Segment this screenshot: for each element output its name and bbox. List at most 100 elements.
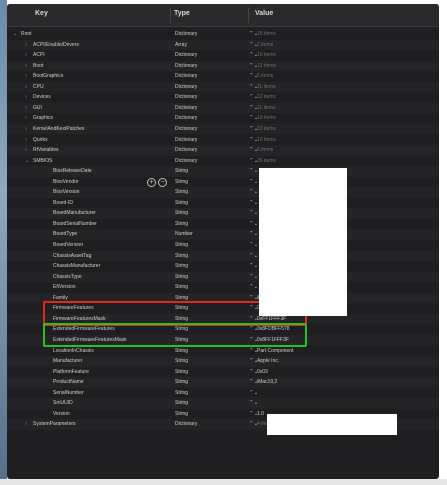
row-key[interactable]: ACPI: [33, 50, 45, 61]
row-type[interactable]: String: [175, 367, 188, 378]
row-key[interactable]: Quirks: [33, 135, 47, 146]
table-row[interactable]: › GUI Dictionary ⌃⌄ 11 items: [7, 102, 439, 114]
type-stepper-icon[interactable]: ⌃⌄: [249, 177, 258, 188]
row-value[interactable]: 6 items: [257, 145, 273, 156]
row-key[interactable]: CPU: [33, 82, 44, 93]
remove-row-button[interactable]: −: [158, 177, 167, 187]
type-stepper-icon[interactable]: ⌃⌄: [249, 198, 258, 209]
row-type[interactable]: Number: [175, 229, 193, 240]
row-type[interactable]: String: [175, 356, 188, 367]
table-row[interactable]: › BootGraphics Dictionary ⌃⌄ 5 items: [7, 71, 439, 82]
row-type[interactable]: Dictionary: [175, 124, 197, 135]
row-value[interactable]: 0x03: [257, 367, 268, 378]
type-stepper-icon[interactable]: ⌃⌄: [249, 261, 258, 272]
disclosure-collapsed-icon[interactable]: ›: [25, 82, 27, 93]
row-key[interactable]: BoardSerialNumber: [53, 219, 97, 230]
row-key[interactable]: LocationInChassis: [53, 346, 94, 357]
row-key[interactable]: BiosVendor: [53, 177, 79, 188]
row-key[interactable]: Board-ID: [53, 198, 73, 209]
row-key[interactable]: SMBIOS: [33, 156, 52, 167]
row-type[interactable]: Dictionary: [175, 156, 197, 167]
table-row[interactable]: › Devices Dictionary ⌃⌄ 12 items: [7, 92, 439, 103]
row-key[interactable]: SystemParameters: [33, 419, 76, 430]
disclosure-collapsed-icon[interactable]: ›: [25, 419, 27, 430]
row-value[interactable]: Apple Inc.: [257, 356, 279, 367]
row-value[interactable]: 5 items: [257, 71, 273, 82]
row-key[interactable]: BiosReleaseDate: [53, 166, 92, 177]
row-type[interactable]: String: [175, 187, 188, 198]
row-type[interactable]: Dictionary: [175, 61, 197, 72]
row-key[interactable]: BiosVersion: [53, 187, 79, 198]
row-value[interactable]: 12 items: [257, 61, 276, 72]
type-stepper-icon[interactable]: ⌃⌄: [249, 219, 258, 230]
row-type[interactable]: String: [175, 261, 188, 272]
type-stepper-icon[interactable]: ⌃⌄: [249, 388, 258, 399]
table-row[interactable]: › ACPI/Enable/Drivers Array ⌃⌄ 2 items: [7, 39, 439, 51]
column-divider[interactable]: [170, 7, 171, 23]
table-row[interactable]: ProductName String ⌃⌄ iMac19,2: [7, 377, 439, 388]
table-row[interactable]: PlatformFeature String ⌃⌄ 0x03: [7, 367, 439, 378]
key-column-header[interactable]: Key: [35, 10, 48, 17]
table-row[interactable]: ChassisManufacturer String ⌃⌄: [7, 261, 439, 272]
type-stepper-icon[interactable]: ⌃⌄: [249, 187, 258, 198]
row-type[interactable]: String: [175, 398, 188, 409]
row-key[interactable]: PlatformFeature: [53, 367, 89, 378]
table-row[interactable]: › KernelAndKextPatches Dictionary ⌃⌄ 13 item…: [7, 123, 439, 135]
row-type[interactable]: Dictionary: [175, 419, 197, 430]
table-row[interactable]: SerialNumber String ⌃⌄: [7, 388, 439, 399]
table-row[interactable]: BiosVersion String ⌃⌄: [7, 187, 439, 198]
row-value[interactable]: 11 items: [257, 82, 276, 93]
type-stepper-icon[interactable]: ⌃⌄: [249, 166, 258, 177]
disclosure-collapsed-icon[interactable]: ›: [25, 103, 27, 114]
row-key[interactable]: ChassisAssetTag: [53, 251, 91, 262]
row-key[interactable]: Manufacturer: [53, 356, 82, 367]
disclosure-collapsed-icon[interactable]: ›: [25, 135, 27, 146]
table-row[interactable]: Manufacturer String ⌃⌄ Apple Inc.: [7, 356, 439, 367]
table-row[interactable]: Board-ID String ⌃⌄: [7, 198, 439, 209]
row-type[interactable]: Dictionary: [175, 92, 197, 103]
table-row[interactable]: BoardVersion String ⌃⌄: [7, 240, 439, 251]
table-row[interactable]: ⌄ SMBIOS Dictionary ⌃⌄ 26 items: [7, 156, 439, 167]
row-key[interactable]: ChassisManufacturer: [53, 261, 100, 272]
type-stepper-icon[interactable]: ⌃⌄: [249, 208, 258, 219]
table-row[interactable]: › Boot Dictionary ⌃⌄ 12 items: [7, 60, 439, 72]
row-value[interactable]: 15 items: [257, 29, 276, 40]
row-type[interactable]: String: [175, 219, 188, 230]
table-row[interactable]: LocationInChassis String ⌃⌄ Part Component: [7, 346, 439, 357]
disclosure-expanded-icon[interactable]: ⌄: [13, 29, 17, 40]
table-row[interactable]: ChassisAssetTag String ⌃⌄: [7, 250, 439, 262]
row-key[interactable]: GUI: [33, 103, 42, 114]
table-row[interactable]: › ACPI Dictionary ⌃⌄ 10 items: [7, 50, 439, 61]
table-row[interactable]: ChassisType String ⌃⌄: [7, 271, 439, 283]
row-value[interactable]: Part Component: [257, 346, 293, 357]
row-key[interactable]: BoardType: [53, 229, 77, 240]
row-value[interactable]: 26 items: [257, 156, 276, 167]
table-row[interactable]: ⌄ Root Dictionary ⌃⌄ 15 items: [7, 29, 439, 40]
disclosure-expanded-icon[interactable]: ⌄: [25, 156, 29, 167]
row-key[interactable]: Graphics: [33, 113, 53, 124]
row-type[interactable]: String: [175, 177, 188, 188]
add-row-button[interactable]: +: [147, 177, 156, 187]
table-row[interactable]: › RtVariables Dictionary ⌃⌄ 6 items: [7, 145, 439, 156]
table-row[interactable]: EfiVersion String ⌃⌄: [7, 282, 439, 293]
row-value[interactable]: 10 items: [257, 135, 276, 146]
row-type[interactable]: String: [175, 240, 188, 251]
row-type[interactable]: String: [175, 409, 188, 420]
row-type[interactable]: Dictionary: [175, 135, 197, 146]
row-key[interactable]: Boot: [33, 61, 43, 72]
table-row[interactable]: › Graphics Dictionary ⌃⌄ 10 items: [7, 113, 439, 124]
row-key[interactable]: RtVariables: [33, 145, 58, 156]
type-stepper-icon[interactable]: ⌃⌄: [249, 229, 258, 240]
table-row[interactable]: BiosVendor String ⌃⌄: [7, 177, 439, 188]
value-column-header[interactable]: Value: [255, 10, 273, 17]
row-value[interactable]: 13 items: [257, 124, 276, 135]
row-value[interactable]: 1.0: [257, 409, 264, 420]
row-key[interactable]: BoardVersion: [53, 240, 83, 251]
row-type[interactable]: Dictionary: [175, 50, 197, 61]
disclosure-collapsed-icon[interactable]: ›: [25, 145, 27, 156]
row-key[interactable]: Version: [53, 409, 70, 420]
row-type[interactable]: Dictionary: [175, 82, 197, 93]
row-value[interactable]: 2 items: [257, 40, 273, 51]
row-value[interactable]: 11 items: [257, 103, 276, 114]
row-type[interactable]: Dictionary: [175, 113, 197, 124]
